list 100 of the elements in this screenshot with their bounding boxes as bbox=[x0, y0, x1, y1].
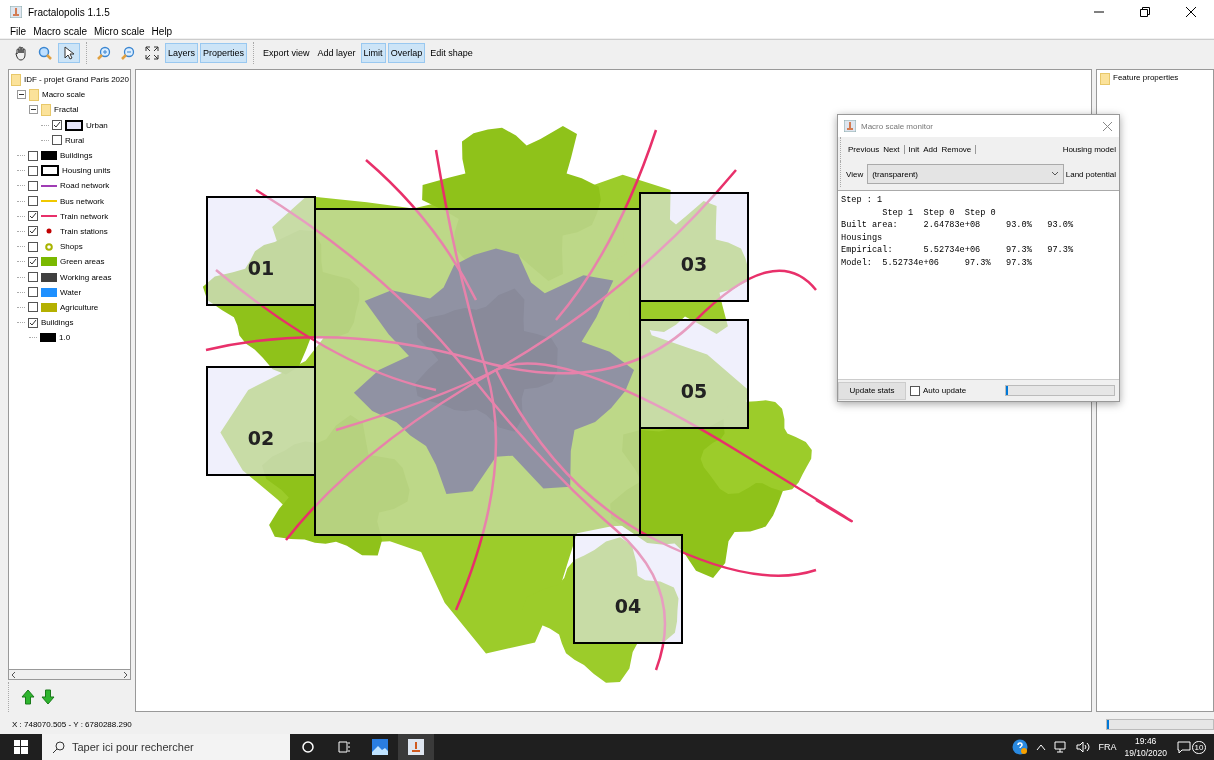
photos-icon bbox=[372, 739, 388, 755]
layer-name[interactable]: Bus network bbox=[60, 196, 105, 206]
cursor-icon bbox=[61, 44, 77, 61]
tree-item[interactable]: Fractal bbox=[54, 105, 79, 115]
toggle-button[interactable]: Overlap bbox=[387, 42, 426, 63]
app-icon bbox=[10, 6, 22, 18]
layer-name[interactable]: Rural bbox=[65, 135, 85, 145]
layer-name[interactable]: Urban bbox=[86, 120, 108, 130]
layer-name[interactable]: Working areas bbox=[60, 272, 112, 282]
hand-icon bbox=[13, 44, 29, 61]
toggle-button[interactable]: Properties bbox=[200, 42, 248, 63]
collapse-toggle[interactable] bbox=[29, 105, 38, 115]
layer-name[interactable]: Agriculture bbox=[60, 302, 99, 312]
network-icon bbox=[1054, 741, 1069, 753]
layer-checkbox[interactable] bbox=[28, 256, 38, 267]
layer-checkbox[interactable] bbox=[28, 241, 38, 252]
toggle-button[interactable]: Limit bbox=[360, 42, 386, 63]
toggle-button[interactable]: Edit shape bbox=[427, 42, 476, 63]
panel-title: Feature properties bbox=[1113, 73, 1179, 82]
layer-checkbox[interactable] bbox=[52, 135, 62, 146]
dialog-title: Macro scale monitor bbox=[861, 121, 934, 131]
taskbar-app[interactable] bbox=[398, 734, 434, 760]
circle-icon bbox=[302, 741, 314, 753]
toggle-button[interactable]: Export view bbox=[260, 42, 313, 63]
windows-icon bbox=[14, 740, 28, 754]
menu-item[interactable]: Help bbox=[151, 25, 173, 37]
layer-name[interactable]: Buildings bbox=[41, 318, 74, 328]
update-stats-button[interactable]: Update stats bbox=[838, 381, 906, 400]
chevron-up-icon bbox=[1036, 743, 1047, 751]
dialog-button[interactable]: Remove bbox=[939, 144, 974, 154]
zoom-out-icon bbox=[120, 44, 136, 61]
layer-checkbox[interactable] bbox=[28, 211, 38, 222]
dialog-button[interactable]: Init bbox=[906, 144, 922, 154]
layer-name[interactable]: Water bbox=[60, 287, 82, 297]
menu-item[interactable]: Macro scale bbox=[33, 25, 88, 37]
layer-name[interactable]: Train stations bbox=[60, 226, 108, 236]
layer-checkbox[interactable] bbox=[28, 302, 38, 313]
search-icon bbox=[37, 44, 53, 61]
folder-icon bbox=[1100, 73, 1110, 85]
folder-icon bbox=[41, 103, 51, 116]
taskbar-search[interactable]: Taper ici pour rechercher bbox=[42, 734, 290, 760]
layer-name[interactable]: Housing units bbox=[62, 166, 111, 176]
dialog-button[interactable]: Previous bbox=[846, 144, 882, 154]
layer-checkbox[interactable] bbox=[28, 287, 38, 298]
layer-checkbox[interactable] bbox=[28, 272, 38, 283]
speaker-icon bbox=[1076, 741, 1091, 753]
layer-name[interactable]: Train network bbox=[60, 211, 109, 221]
layer-name[interactable]: Shops bbox=[60, 242, 83, 252]
model-label: Housing model bbox=[1062, 144, 1116, 154]
layer-checkbox[interactable] bbox=[28, 317, 38, 328]
restore-icon bbox=[1140, 7, 1150, 17]
chevron-right-icon[interactable] bbox=[123, 671, 128, 678]
toggle-button[interactable]: Layers bbox=[165, 42, 198, 63]
tree-item[interactable]: Macro scale bbox=[42, 90, 86, 100]
zone-label: 03 bbox=[680, 253, 708, 275]
dialog-button[interactable]: Next bbox=[881, 144, 902, 154]
tree-item[interactable]: IDF - projet Grand Paris 2020 bbox=[24, 75, 129, 85]
up-arrow-icon[interactable] bbox=[21, 689, 35, 705]
legend-swatch bbox=[41, 165, 59, 177]
notification-icon bbox=[1177, 741, 1191, 753]
auto-update-checkbox[interactable]: Auto update bbox=[910, 385, 967, 396]
zoom-in-icon bbox=[96, 44, 112, 61]
notification-button[interactable]: 10 bbox=[1175, 736, 1208, 758]
app-icon bbox=[844, 120, 856, 132]
layer-checkbox[interactable] bbox=[28, 165, 38, 176]
folder-icon bbox=[11, 73, 21, 86]
language-indicator[interactable]: FRA bbox=[1098, 742, 1117, 752]
task-view-icon bbox=[337, 741, 351, 753]
zone-label: 02 bbox=[247, 427, 275, 449]
layer-checkbox[interactable] bbox=[28, 196, 38, 207]
clock[interactable]: 19:46 19/10/2020 bbox=[1124, 735, 1167, 759]
close-icon bbox=[1102, 121, 1112, 131]
down-arrow-icon[interactable] bbox=[41, 689, 55, 705]
search-icon bbox=[52, 741, 65, 754]
layer-name[interactable]: Green areas bbox=[60, 257, 105, 267]
dialog-button[interactable]: Add bbox=[921, 144, 940, 154]
zone-label: 05 bbox=[680, 380, 708, 402]
layer-checkbox[interactable] bbox=[28, 150, 38, 161]
layer-name[interactable]: Road network bbox=[60, 181, 110, 191]
window-title: Fractalopolis 1.1.5 bbox=[28, 6, 110, 18]
expand-icon bbox=[144, 44, 160, 61]
layer-checkbox[interactable] bbox=[28, 226, 38, 237]
app-icon bbox=[408, 739, 424, 755]
toggle-button[interactable]: Add layer bbox=[314, 42, 359, 63]
zone-label: 04 bbox=[614, 595, 642, 617]
coordinates-text: X : 748070.505 - Y : 6780288.290 bbox=[12, 719, 132, 729]
legend-label: 1.0 bbox=[59, 333, 71, 343]
layer-name[interactable]: Buildings bbox=[60, 151, 93, 161]
layer-checkbox[interactable] bbox=[52, 120, 62, 131]
chevron-left-icon[interactable] bbox=[11, 671, 16, 678]
menu-item[interactable]: Micro scale bbox=[94, 25, 145, 37]
collapse-toggle[interactable] bbox=[17, 90, 26, 100]
layer-checkbox[interactable] bbox=[28, 180, 38, 191]
close-icon bbox=[1186, 7, 1196, 17]
tool-button[interactable] bbox=[58, 42, 80, 63]
menu-item[interactable]: File bbox=[10, 25, 27, 37]
view-label: View bbox=[846, 169, 864, 179]
output-text: Step : 1 Step 1 Step 0 Step 0 Built area: 2.64783e+08 93.0% 93.0% Housings Empirical: 5.52734e+06 97.3% 97.3% Model: 5.52734e+06 97.3% 97.3% bbox=[838, 190, 1119, 379]
view-select[interactable]: (transparent) bbox=[867, 164, 1064, 184]
help-icon bbox=[1012, 739, 1029, 755]
